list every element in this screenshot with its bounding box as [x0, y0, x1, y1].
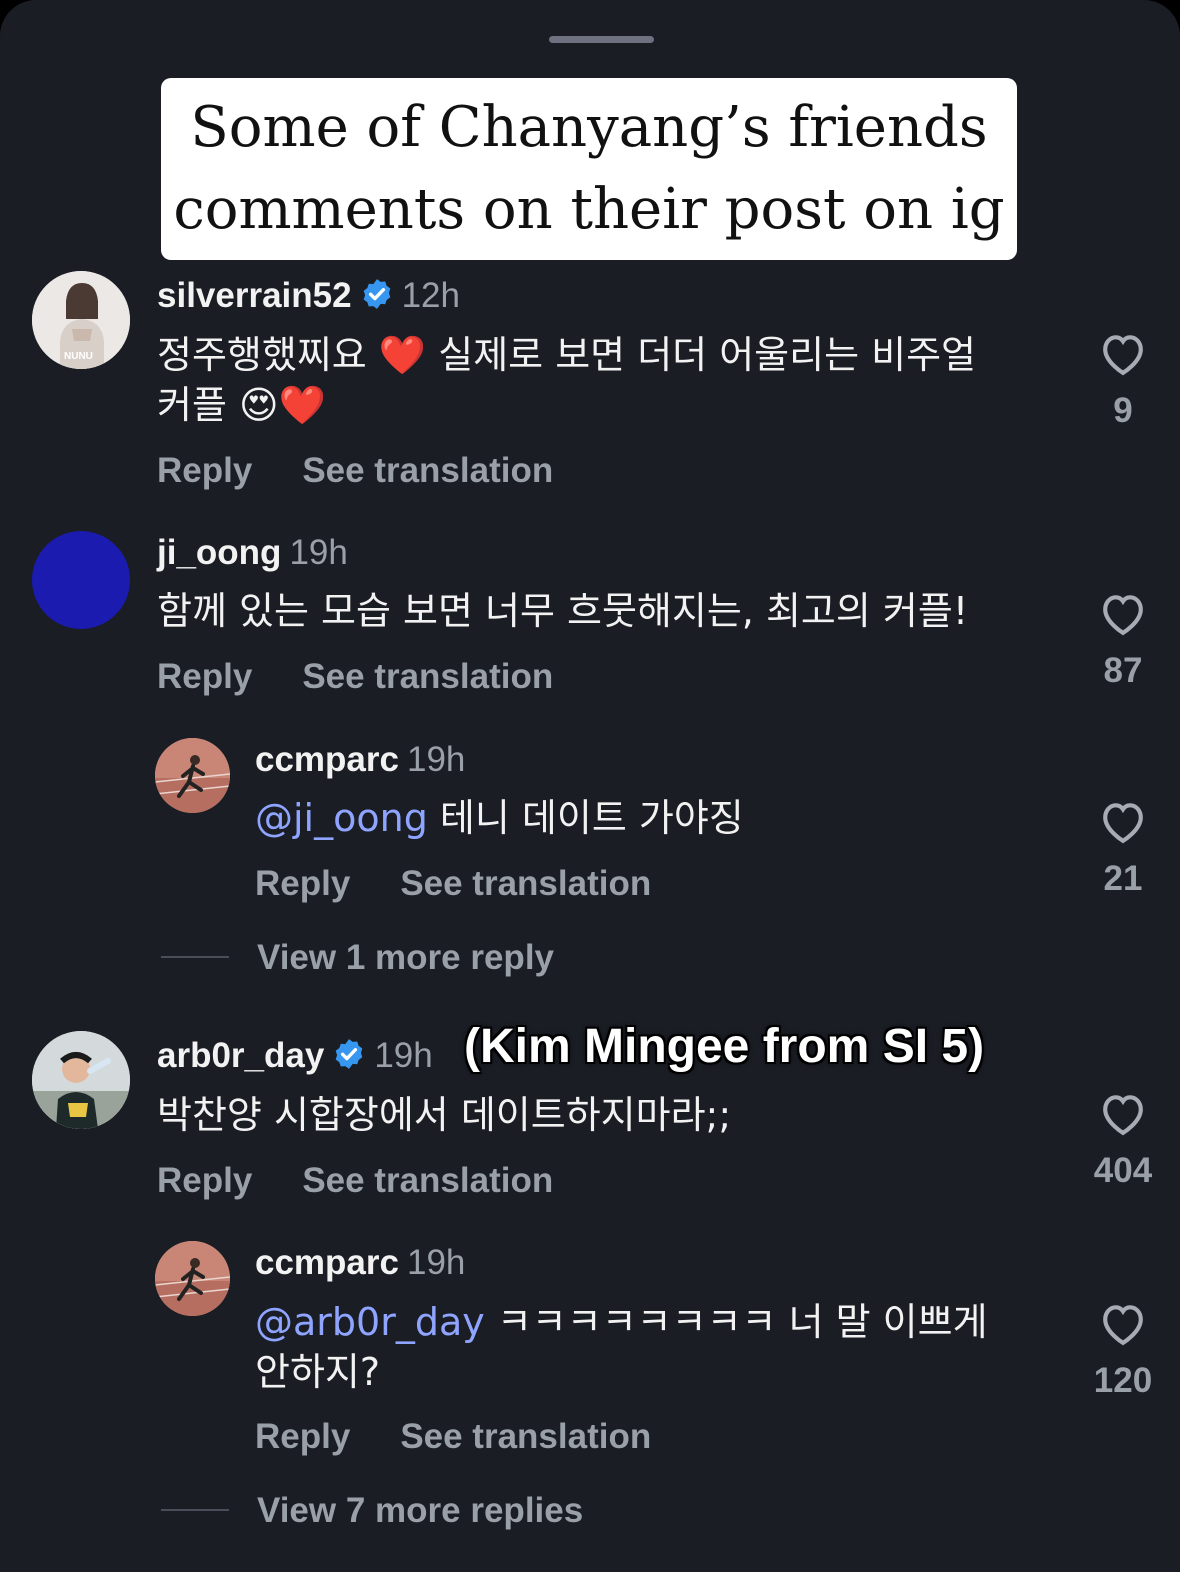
avatar[interactable]: [32, 531, 130, 629]
username[interactable]: arb0r_day: [157, 1036, 324, 1075]
comment-text-content: 테니 데이트 가야징: [427, 796, 744, 840]
heart-icon: [1103, 595, 1143, 636]
comment-header: ji_oong 19h: [157, 533, 348, 573]
comment-text: 함께 있는 모습 보면 너무 흐뭇해지는, 최고의 커플!: [157, 586, 1057, 636]
comment-text-content: ㅋㅋㅋㅋㅋㅋㅋㅋ 너 말 이쁘게: [484, 1300, 988, 1344]
username[interactable]: ccmparc: [255, 1243, 399, 1282]
timestamp: 19h: [406, 740, 466, 779]
like-count: 404: [1093, 1151, 1153, 1190]
sheet-drag-handle[interactable]: [549, 36, 654, 43]
comment-text-line: 함께 있는 모습 보면 너무 흐뭇해지는, 최고의 커플!: [157, 589, 969, 633]
like-button[interactable]: 404: [1073, 1090, 1173, 1191]
avatar-watermark: NUNU: [64, 351, 93, 362]
comment-actions: Reply See translation: [157, 1161, 553, 1201]
like-button[interactable]: 120: [1073, 1300, 1173, 1401]
view-more-label: View 1 more reply: [257, 938, 555, 977]
comment-header: silverrain52 12h: [157, 276, 460, 320]
divider: [161, 956, 229, 958]
reply-button[interactable]: Reply: [255, 864, 350, 903]
profile-photo-icon: [155, 738, 230, 813]
verified-badge-icon: [332, 1037, 366, 1080]
username[interactable]: silverrain52: [157, 276, 352, 315]
title-card: Some of Chanyang’s friends comments on t…: [161, 78, 1017, 260]
comment-header: arb0r_day 19h: [157, 1036, 433, 1080]
username[interactable]: ji_oong: [157, 533, 281, 572]
mention-link[interactable]: @ji_oong: [255, 796, 428, 840]
avatar[interactable]: [155, 1241, 230, 1316]
overlay-caption: (Kim Mingee from SI 5): [464, 1020, 985, 1073]
divider: [161, 1509, 229, 1511]
view-more-label: View 7 more replies: [257, 1491, 584, 1530]
heart-icon: [1103, 1305, 1143, 1346]
like-button[interactable]: 87: [1073, 590, 1173, 691]
like-count: 87: [1103, 651, 1143, 690]
verified-badge-icon: [360, 277, 394, 320]
comment-text-line: 커플 😍❤️: [157, 383, 326, 427]
comment-header: ccmparc 19h: [255, 740, 465, 780]
reply-button[interactable]: Reply: [157, 451, 252, 490]
comment-text-line: 안하지?: [255, 1350, 381, 1394]
comment-text: @ji_oong 테니 데이트 가야징: [255, 793, 1055, 843]
title-line-1: Some of Chanyang’s friends: [190, 95, 988, 160]
like-count: 9: [1113, 391, 1133, 430]
comments-sheet: Some of Chanyang’s friends comments on t…: [0, 0, 1180, 1572]
title-line-2: comments on their post on ig: [173, 177, 1005, 242]
heart-icon: [1103, 803, 1143, 844]
like-count: 21: [1103, 859, 1143, 898]
like-button[interactable]: 9: [1073, 330, 1173, 431]
username[interactable]: ccmparc: [255, 740, 399, 779]
profile-photo-icon: [155, 1241, 230, 1316]
view-more-replies-button[interactable]: View 1 more reply: [161, 938, 554, 978]
comment-text: @arb0r_day ㅋㅋㅋㅋㅋㅋㅋㅋ 너 말 이쁘게 안하지?: [255, 1297, 1055, 1397]
comment-actions: Reply See translation: [157, 451, 553, 491]
comment-text-line: @arb0r_day ㅋㅋㅋㅋㅋㅋㅋㅋ 너 말 이쁘게: [255, 1297, 1055, 1347]
reply-button[interactable]: Reply: [157, 1161, 252, 1200]
heart-icon: [1103, 1095, 1143, 1136]
timestamp: 19h: [406, 1243, 466, 1282]
reply-button[interactable]: Reply: [157, 657, 252, 696]
see-translation-button[interactable]: See translation: [302, 1161, 553, 1200]
avatar[interactable]: [155, 738, 230, 813]
view-more-replies-button[interactable]: View 7 more replies: [161, 1491, 583, 1531]
avatar[interactable]: NUNU: [32, 271, 130, 369]
comment-text-line: 박찬양 시합장에서 데이트하지마라;;: [157, 1093, 732, 1137]
see-translation-button[interactable]: See translation: [400, 864, 651, 903]
comment-text: 박찬양 시합장에서 데이트하지마라;;: [157, 1090, 1057, 1140]
comment-actions: Reply See translation: [255, 1417, 651, 1457]
timestamp: 19h: [374, 1036, 433, 1075]
timestamp: 12h: [401, 276, 460, 315]
comment-actions: Reply See translation: [157, 657, 553, 697]
like-count: 120: [1093, 1361, 1153, 1400]
timestamp: 19h: [289, 533, 348, 572]
comment-header: ccmparc 19h: [255, 1243, 465, 1283]
avatar[interactable]: [32, 1031, 130, 1129]
see-translation-button[interactable]: See translation: [400, 1417, 651, 1456]
comment-actions: Reply See translation: [255, 864, 651, 904]
comment-text-line: @ji_oong 테니 데이트 가야징: [255, 793, 1055, 843]
see-translation-button[interactable]: See translation: [302, 451, 553, 490]
comment-text-line: 정주행했찌요 ❤️ 실제로 보면 더더 어울리는 비주얼: [157, 333, 976, 377]
reply-button[interactable]: Reply: [255, 1417, 350, 1456]
mention-link[interactable]: @arb0r_day: [255, 1300, 485, 1344]
profile-photo-icon: [32, 1031, 130, 1129]
like-button[interactable]: 21: [1073, 798, 1173, 899]
comment-text: 정주행했찌요 ❤️ 실제로 보면 더더 어울리는 비주얼 커플 😍❤️: [157, 330, 1057, 430]
heart-icon: [1103, 335, 1143, 376]
see-translation-button[interactable]: See translation: [302, 657, 553, 696]
